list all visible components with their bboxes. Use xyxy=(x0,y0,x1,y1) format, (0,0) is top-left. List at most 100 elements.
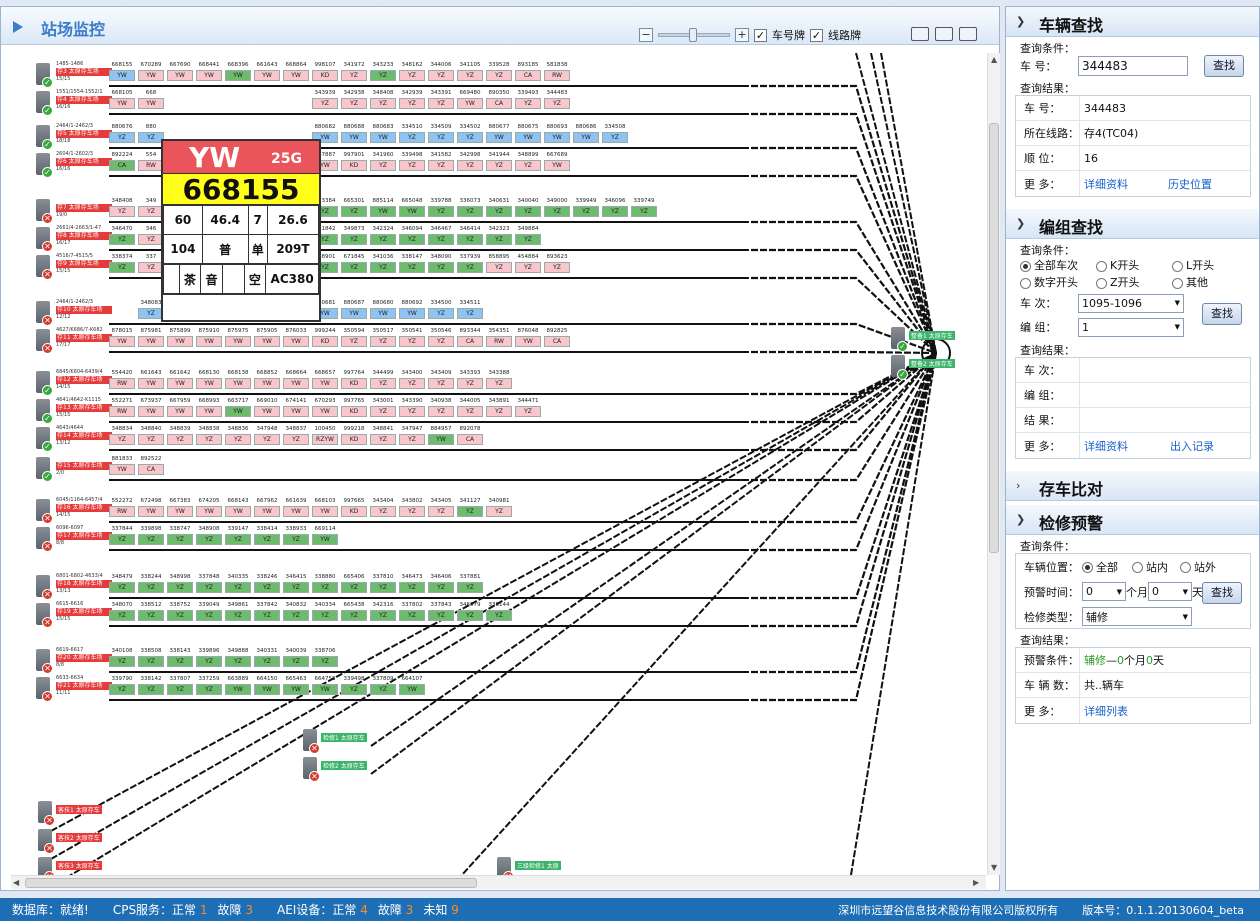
car-type-badge[interactable]: YZ xyxy=(341,336,367,347)
train-select[interactable]: 1095-1096 xyxy=(1078,293,1184,313)
car-type-badge[interactable]: YZ xyxy=(515,262,541,273)
car-type-badge[interactable]: RW xyxy=(486,336,512,347)
car-type-badge[interactable]: YZ xyxy=(341,582,367,593)
car-type-badge[interactable]: YZ xyxy=(370,336,396,347)
car-type-badge[interactable]: YZ xyxy=(225,610,251,621)
radio-l[interactable]: L开头 xyxy=(1172,257,1214,274)
yard-canvas[interactable]: ✓ 1485-1486 存3 太原存车场 15/15 668155 670289 66769… xyxy=(11,53,986,875)
car-type-badge[interactable]: YZ xyxy=(109,534,135,545)
car-type-badge[interactable]: YZ xyxy=(370,234,396,245)
car-type-badge[interactable]: YZ xyxy=(399,582,425,593)
scroll-down-icon[interactable]: ▼ xyxy=(991,863,997,872)
car-type-badge[interactable]: YW xyxy=(370,206,396,217)
car-type-badge[interactable]: YZ xyxy=(428,582,454,593)
car-type-badge[interactable]: YW xyxy=(225,684,251,695)
car-type-badge[interactable]: YZ xyxy=(370,262,396,273)
car-type-badge[interactable]: YW xyxy=(138,70,164,81)
car-type-badge[interactable]: YZ xyxy=(486,610,512,621)
car-type-badge[interactable]: YZ xyxy=(109,262,135,273)
car-type-badge[interactable]: YZ xyxy=(312,98,338,109)
car-type-badge[interactable]: YW xyxy=(109,70,135,81)
car-type-badge[interactable]: YZ xyxy=(486,506,512,517)
yard-track[interactable]: ✓ 1551/1554-1552/1 存4 太原存车场 16/16 668105 668 3… xyxy=(11,89,911,121)
car-type-badge[interactable]: CA xyxy=(457,434,483,445)
car-type-badge[interactable]: YZ xyxy=(312,656,338,667)
horizontal-scrollbar[interactable]: ◀ ▶ xyxy=(11,875,986,889)
car-type-badge[interactable]: YZ xyxy=(370,434,396,445)
car-type-badge[interactable]: YW xyxy=(283,70,309,81)
car-type-badge[interactable]: YZ xyxy=(341,262,367,273)
car-type-badge[interactable]: YZ xyxy=(196,656,222,667)
car-type-badge[interactable]: YW xyxy=(109,98,135,109)
car-type-badge[interactable]: KD xyxy=(341,406,367,417)
consist-search-button[interactable]: 查找 xyxy=(1202,303,1242,325)
car-type-badge[interactable]: YZ xyxy=(399,262,425,273)
car-type-badge[interactable]: YW xyxy=(573,132,599,143)
car-type-badge[interactable]: YZ xyxy=(457,406,483,417)
car-type-badge[interactable]: YZ xyxy=(602,206,628,217)
car-type-badge[interactable]: YZ xyxy=(312,582,338,593)
car-type-badge[interactable]: YZ xyxy=(399,132,425,143)
car-type-badge[interactable]: CA xyxy=(486,98,512,109)
car-type-badge[interactable]: YW xyxy=(341,308,367,319)
car-type-badge[interactable]: YZ xyxy=(399,70,425,81)
car-type-badge[interactable]: YZ xyxy=(457,70,483,81)
car-type-badge[interactable]: YZ xyxy=(341,206,367,217)
car-type-badge[interactable]: YZ xyxy=(283,656,309,667)
car-type-badge[interactable]: YZ xyxy=(109,206,135,217)
car-type-badge[interactable]: YW xyxy=(399,684,425,695)
car-type-badge[interactable]: YZ xyxy=(428,506,454,517)
car-type-badge[interactable]: YZ xyxy=(457,234,483,245)
car-type-badge[interactable]: YZ xyxy=(457,206,483,217)
car-type-badge[interactable]: YZ xyxy=(167,534,193,545)
car-type-badge[interactable]: YW xyxy=(399,206,425,217)
car-type-badge[interactable]: YZ xyxy=(486,206,512,217)
car-type-badge[interactable]: YZ xyxy=(457,132,483,143)
radio-digit[interactable]: 数字开头 xyxy=(1020,274,1096,291)
car-type-badge[interactable]: YZ xyxy=(254,610,280,621)
vehicle-search-header[interactable]: ❯ 车辆查找 xyxy=(1006,7,1259,37)
car-type-badge[interactable]: RW xyxy=(544,70,570,81)
car-type-badge[interactable]: YZ xyxy=(428,336,454,347)
car-type-badge[interactable]: YZ xyxy=(196,434,222,445)
car-type-badge[interactable]: YZ xyxy=(399,336,425,347)
car-type-badge[interactable]: YW xyxy=(138,98,164,109)
car-type-badge[interactable]: YZ xyxy=(486,160,512,171)
car-type-badge[interactable]: YW xyxy=(167,506,193,517)
car-type-badge[interactable]: YZ xyxy=(109,610,135,621)
car-type-badge[interactable]: YW xyxy=(544,132,570,143)
car-type-badge[interactable]: YW xyxy=(312,378,338,389)
vehicle-search-button[interactable]: 查找 xyxy=(1204,55,1244,77)
car-type-badge[interactable]: YW xyxy=(457,98,483,109)
car-type-badge[interactable]: YW xyxy=(283,684,309,695)
zoom-slider-knob[interactable] xyxy=(689,28,697,42)
car-type-badge[interactable]: YW xyxy=(254,336,280,347)
car-type-badge[interactable]: YZ xyxy=(196,582,222,593)
car-type-badge[interactable]: YZ xyxy=(602,132,628,143)
car-type-badge[interactable]: YW xyxy=(196,336,222,347)
car-type-badge[interactable]: YW xyxy=(370,308,396,319)
consist-search-header[interactable]: ❯ 编组查找 xyxy=(1006,209,1259,239)
yard-track[interactable]: ✓ 存15 太原存车场 2/0 881833 892522 YW CA xyxy=(11,455,911,487)
car-type-badge[interactable]: YZ xyxy=(138,582,164,593)
car-type-badge[interactable]: YZ xyxy=(167,610,193,621)
car-type-badge[interactable]: YZ xyxy=(428,406,454,417)
car-no-input[interactable]: 344483 xyxy=(1078,56,1188,76)
radio-pos-all[interactable]: 全部 xyxy=(1082,559,1132,575)
car-type-badge[interactable]: YZ xyxy=(341,234,367,245)
car-type-badge[interactable]: YZ xyxy=(370,582,396,593)
car-type-badge[interactable]: YZ xyxy=(254,434,280,445)
car-type-badge[interactable]: YW xyxy=(167,378,193,389)
car-type-badge[interactable]: YW xyxy=(138,406,164,417)
car-type-badge[interactable]: YZ xyxy=(283,610,309,621)
car-type-badge[interactable]: YZ xyxy=(109,656,135,667)
car-type-badge[interactable]: KD xyxy=(312,70,338,81)
car-type-badge[interactable]: YW xyxy=(312,684,338,695)
car-type-badge[interactable]: YZ xyxy=(428,378,454,389)
car-type-badge[interactable]: KD xyxy=(341,160,367,171)
yard-track[interactable]: ✓ 2604/1-2602/3 存6 太原存车场 16/16 892224 554 6678… xyxy=(11,151,911,183)
car-type-badge[interactable]: YZ xyxy=(457,160,483,171)
car-type-badge[interactable]: CA xyxy=(109,160,135,171)
car-type-badge[interactable]: YW xyxy=(254,406,280,417)
car-type-badge[interactable]: YZ xyxy=(254,534,280,545)
